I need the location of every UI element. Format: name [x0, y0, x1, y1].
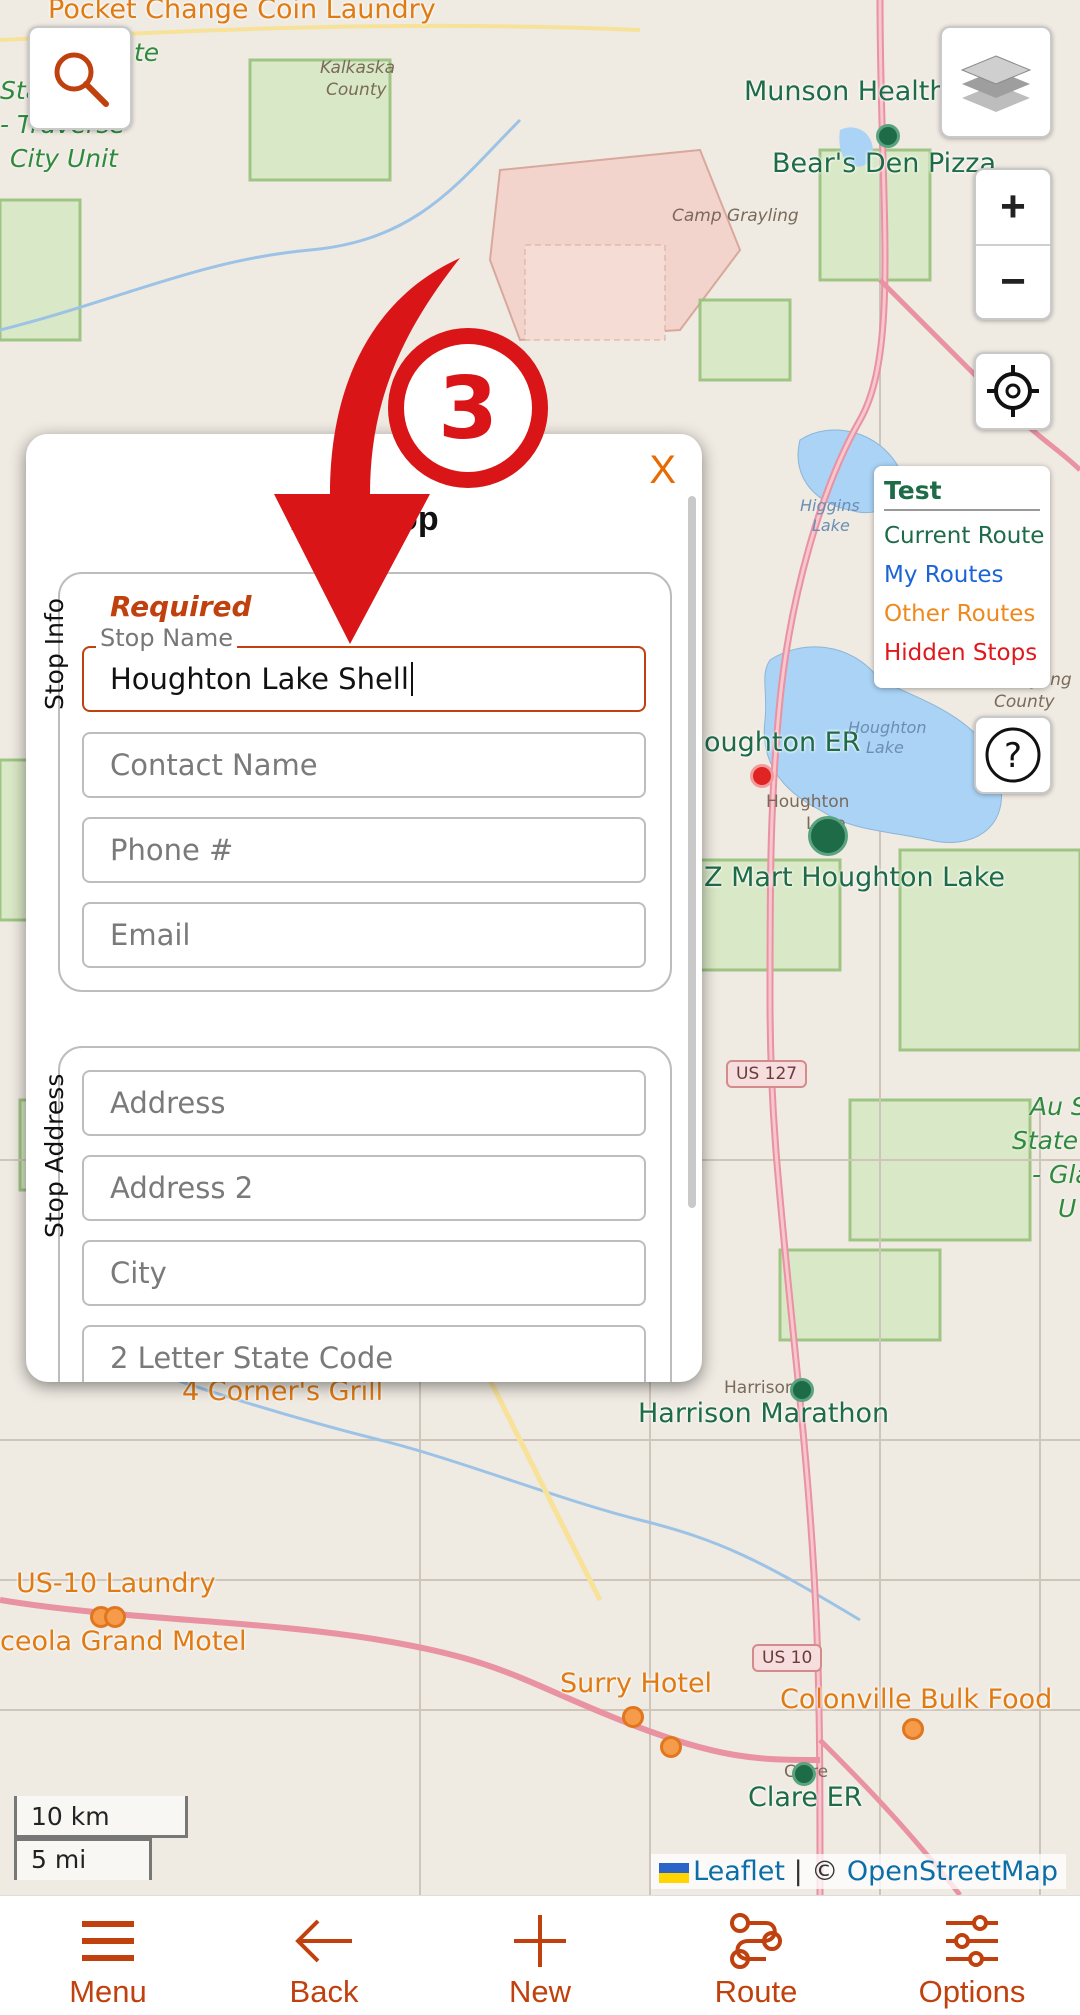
place-label: Kalkaska	[320, 58, 396, 78]
locate-button[interactable]	[974, 352, 1052, 430]
leaflet-link[interactable]: Leaflet	[693, 1856, 785, 1887]
address-input[interactable]: Address	[82, 1070, 646, 1136]
state-input[interactable]: 2 Letter State Code	[82, 1325, 646, 1382]
poi-label[interactable]: ceola Grand Motel	[0, 1626, 247, 1657]
hidden-stop-marker[interactable]	[750, 764, 774, 788]
step-arrow-overlay: 3	[274, 258, 548, 644]
scale-metric: 10 km	[14, 1796, 188, 1838]
question-glyph: ?	[1004, 736, 1022, 776]
place-label: County	[994, 692, 1055, 712]
email-input[interactable]: Email	[82, 902, 646, 968]
route-shield: US 127	[726, 1060, 808, 1088]
attribution-separator: | ©	[785, 1856, 847, 1887]
place-label: Houghton	[766, 792, 850, 812]
nav-menu-label: Menu	[69, 1974, 147, 2009]
contact-name-input[interactable]: Contact Name	[82, 732, 646, 798]
stop-label[interactable]: Munson Health	[744, 76, 946, 107]
stop-address-legend: Stop Address	[40, 1073, 69, 1238]
city-input[interactable]: City	[82, 1240, 646, 1306]
ukraine-flag-icon	[659, 1862, 690, 1883]
place-label: County	[326, 80, 387, 100]
route-shield: US 10	[752, 1644, 823, 1672]
poi-marker[interactable]	[902, 1718, 924, 1740]
nav-new-label: New	[508, 1974, 571, 2009]
text-caret	[410, 662, 413, 696]
stop-label[interactable]: Bear's Den Pizza	[772, 148, 996, 179]
stop-name-input[interactable]: Houghton Lake Shell	[82, 646, 646, 712]
poi-label[interactable]: Colonville Bulk Food	[780, 1684, 1052, 1715]
nav-menu[interactable]: Menu	[0, 1896, 216, 2015]
place-label: Harrison	[724, 1378, 796, 1398]
stop-marker-selected[interactable]	[808, 816, 848, 856]
bottom-navigation: Menu Back New Route Options	[0, 1895, 1080, 2015]
magnifier-icon	[54, 52, 109, 107]
stop-label[interactable]: Harrison Marathon	[638, 1398, 889, 1429]
forest-label: Au S	[1030, 1092, 1080, 1121]
poi-label[interactable]: Pocket Change Coin Laundry	[48, 0, 436, 25]
phone-input[interactable]: Phone #	[82, 817, 646, 883]
lake-label: Lake	[812, 516, 850, 535]
poi-label[interactable]: Surry Hotel	[560, 1668, 712, 1699]
osm-link[interactable]: OpenStreetMap	[847, 1856, 1058, 1887]
plus-icon	[514, 1915, 566, 1967]
lake-label: Higgins	[800, 496, 860, 515]
question-icon: ?	[985, 727, 1041, 783]
poi-label[interactable]: US-10 Laundry	[16, 1568, 216, 1599]
legend-current-route[interactable]: Current Route	[884, 517, 1044, 556]
stop-label[interactable]: Clare ER	[748, 1782, 862, 1813]
hamburger-icon	[82, 1921, 134, 1961]
scale-imperial: 5 mi	[14, 1838, 152, 1880]
forest-label: U	[1058, 1194, 1077, 1223]
nav-options-label: Options	[918, 1974, 1026, 2009]
dialog-scrollbar[interactable]	[688, 496, 696, 1208]
nav-route[interactable]: Route	[648, 1896, 864, 2015]
map-attribution: Leaflet | © OpenStreetMap	[651, 1854, 1066, 1889]
nav-options[interactable]: Options	[864, 1896, 1080, 2015]
nav-new[interactable]: New	[432, 1896, 648, 2015]
forest-label: City Unit	[10, 144, 118, 173]
stop-name-value: Houghton Lake Shell	[110, 662, 409, 696]
nav-back-label: Back	[289, 1974, 359, 2009]
stop-marker[interactable]	[792, 1762, 816, 1786]
stop-marker[interactable]	[790, 1378, 814, 1402]
forest-label: te	[134, 38, 160, 67]
legend-hidden-stops[interactable]: Hidden Stops	[884, 634, 1040, 673]
layers-button[interactable]	[940, 26, 1052, 138]
close-button[interactable]: X	[649, 448, 676, 493]
map-search-button[interactable]	[28, 26, 132, 130]
legend-other-routes[interactable]: Other Routes	[884, 595, 1040, 634]
stop-info-legend: Stop Info	[40, 597, 69, 710]
address2-input[interactable]: Address 2	[82, 1155, 646, 1221]
forest-label: - Gla	[1032, 1160, 1080, 1189]
required-heading: Required	[110, 590, 252, 623]
stop-marker[interactable]	[876, 124, 900, 148]
legend-my-routes[interactable]: My Routes	[884, 556, 1040, 595]
lake-label: Houghton	[848, 718, 927, 737]
poi-marker[interactable]	[660, 1736, 682, 1758]
forest-label: State	[1012, 1126, 1079, 1155]
scale-bar: 10 km 5 mi	[14, 1796, 188, 1880]
lake-label: Lake	[866, 738, 904, 757]
stop-name-label: Stop Name	[96, 624, 237, 652]
nav-route-label: Route	[714, 1974, 798, 2009]
poi-marker[interactable]	[622, 1706, 644, 1728]
step-number: 3	[438, 359, 498, 459]
sliders-icon	[946, 1915, 998, 1967]
place-label: Camp Grayling	[672, 206, 799, 226]
layers-icon	[960, 55, 1032, 112]
stop-label[interactable]: oughton ER	[704, 727, 861, 758]
map-legend: Test Current Route My Routes Other Route…	[874, 466, 1050, 688]
nav-back[interactable]: Back	[216, 1896, 432, 2015]
help-button[interactable]: ?	[974, 716, 1052, 794]
poi-marker[interactable]	[104, 1606, 126, 1628]
arrow-left-icon	[295, 1919, 352, 1963]
zoom-out-button[interactable]: −	[976, 244, 1050, 318]
route-icon	[730, 1913, 782, 1969]
zoom-in-button[interactable]: +	[976, 170, 1050, 244]
zoom-control: + −	[974, 168, 1052, 320]
crosshair-icon	[987, 365, 1039, 417]
stop-label[interactable]: Z Mart Houghton Lake	[704, 862, 1005, 893]
legend-title[interactable]: Test	[884, 476, 1040, 511]
